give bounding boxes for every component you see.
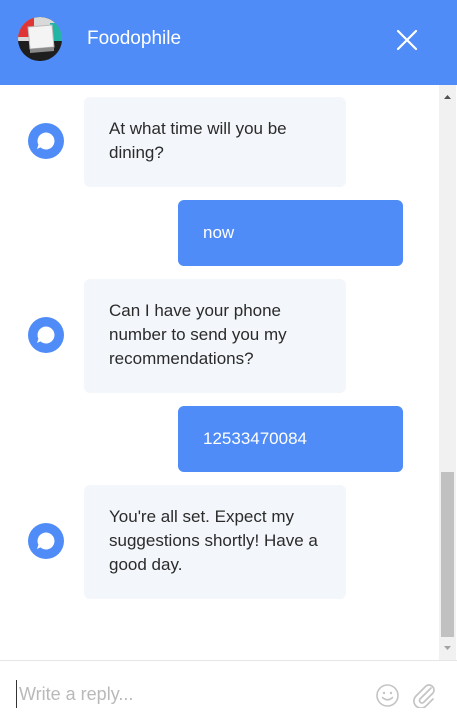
chat-bubble-icon <box>37 532 55 550</box>
chat-bubble-icon <box>37 132 55 150</box>
close-icon[interactable] <box>394 27 420 53</box>
chat-bubble-icon <box>37 326 55 344</box>
bot-message-bubble: Can I have your phone number to send you… <box>84 279 346 393</box>
message-composer <box>0 660 457 723</box>
chat-header: Foodophile <box>0 0 457 85</box>
scroll-down-arrow-icon[interactable] <box>439 640 456 656</box>
user-message-bubble: 12533470084 <box>178 406 403 472</box>
scrollbar-thumb[interactable] <box>441 472 454 637</box>
paperclip-icon[interactable] <box>411 682 437 708</box>
reply-input[interactable] <box>16 680 356 708</box>
scroll-up-arrow-icon[interactable] <box>439 89 456 105</box>
bot-message-icon <box>28 523 64 559</box>
conversation-panel[interactable]: At what time will you be dining? now Can… <box>0 85 457 660</box>
close-button[interactable] <box>394 27 420 53</box>
smiley-icon[interactable] <box>375 683 400 708</box>
foodophile-logo-icon <box>18 17 62 61</box>
bot-message-icon <box>28 123 64 159</box>
bot-message-icon <box>28 317 64 353</box>
bot-message-bubble: You're all set. Expect my suggestions sh… <box>84 485 346 599</box>
conversation-scrollbar[interactable] <box>439 85 456 660</box>
chat-title: Foodophile <box>87 28 182 49</box>
bot-avatar <box>18 17 62 61</box>
user-message-bubble: now <box>178 200 403 266</box>
bot-message-bubble: At what time will you be dining? <box>84 97 346 187</box>
